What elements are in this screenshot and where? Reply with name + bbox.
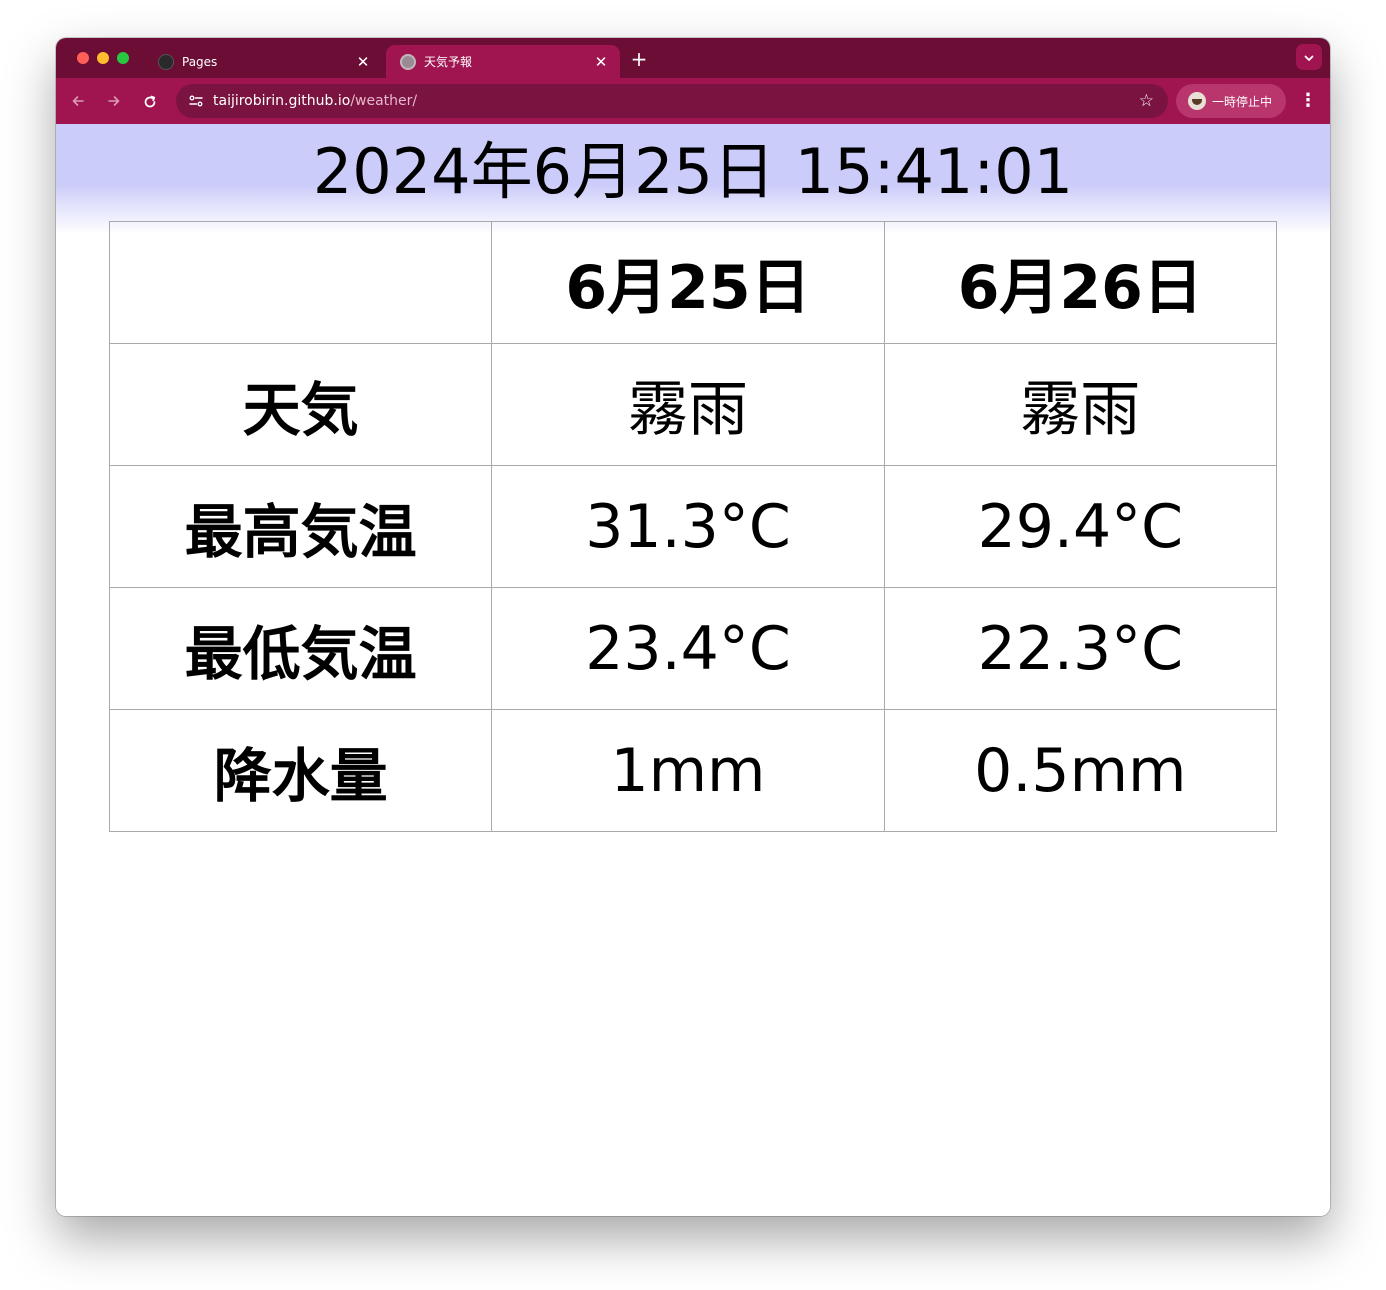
avatar — [1188, 92, 1206, 110]
arrow-left-icon — [72, 96, 84, 106]
site-settings-icon[interactable] — [188, 93, 204, 109]
minimize-window-button[interactable] — [97, 52, 109, 64]
tab-pages[interactable]: Pages ✕ — [144, 45, 382, 78]
github-icon — [158, 53, 174, 70]
tab-search-button[interactable] — [1296, 44, 1322, 70]
page-viewport: 2024年6月25日 15:41:01 6月25日 6月26日 天気 霧雨 霧雨… — [56, 124, 1330, 1216]
toolbar: taijirobirin.github.io/weather/ ☆ 一時停止中 … — [56, 78, 1330, 124]
table-cell: 1mm — [491, 709, 885, 832]
table-corner-cell — [108, 221, 493, 344]
table-cell: 31.3°C — [491, 465, 885, 588]
bookmark-star-icon[interactable]: ☆ — [1139, 84, 1154, 118]
tab-title: Pages — [182, 54, 218, 69]
browser-window: Pages ✕ 天気予報 ✕ + taijirobirin.github.io/… — [56, 38, 1330, 1216]
arrow-right-icon — [108, 96, 120, 106]
tab-weather[interactable]: 天気予報 ✕ — [386, 45, 620, 78]
table-row-precipitation: 降水量 1mm 0.5mm — [108, 709, 1278, 832]
table-row-weather: 天気 霧雨 霧雨 — [108, 343, 1278, 466]
new-tab-button[interactable]: + — [628, 48, 650, 70]
table-cell: 29.4°C — [883, 465, 1278, 588]
url-text[interactable]: taijirobirin.github.io/weather/ — [213, 84, 417, 118]
forward-button[interactable] — [102, 89, 126, 113]
row-label: 最低気温 — [108, 587, 493, 710]
table-row-min-temp: 最低気温 23.4°C 22.3°C — [108, 587, 1278, 710]
row-label: 最高気温 — [108, 465, 493, 588]
profile-status: 一時停止中 — [1212, 94, 1273, 109]
table-row-max-temp: 最高気温 31.3°C 29.4°C — [108, 465, 1278, 588]
url-host: taijirobirin.github.io — [213, 93, 351, 109]
url-path: /weather/ — [350, 93, 418, 109]
close-window-button[interactable] — [77, 52, 89, 64]
table-cell: 0.5mm — [883, 709, 1278, 832]
table-cell: 23.4°C — [491, 587, 885, 710]
row-label: 天気 — [108, 343, 493, 466]
tab-title: 天気予報 — [424, 55, 473, 69]
date-time-clock: 2024年6月25日 15:41:01 — [312, 135, 1074, 208]
table-cell: 22.3°C — [883, 587, 1278, 710]
profile-button[interactable]: 一時停止中 — [1176, 84, 1286, 118]
day-header: 6月25日 — [491, 221, 885, 344]
more-menu-icon[interactable]: ⋮ — [1298, 89, 1318, 113]
reload-button[interactable] — [138, 89, 162, 113]
back-button[interactable] — [66, 89, 90, 113]
close-tab-icon[interactable]: ✕ — [354, 53, 372, 71]
table-header-row: 6月25日 6月26日 — [108, 221, 1278, 344]
clock-banner: 2024年6月25日 15:41:01 — [56, 124, 1330, 234]
chevron-down-icon — [1304, 55, 1314, 61]
weather-forecast-table: 6月25日 6月26日 天気 霧雨 霧雨 最高気温 31.3°C 29.4°C … — [108, 221, 1278, 832]
table-cell: 霧雨 — [491, 343, 885, 466]
table-cell: 霧雨 — [883, 343, 1278, 466]
zoom-window-button[interactable] — [117, 52, 129, 64]
reload-icon — [144, 95, 156, 107]
close-tab-icon[interactable]: ✕ — [592, 53, 610, 71]
row-label: 降水量 — [108, 709, 493, 832]
tab-strip: Pages ✕ 天気予報 ✕ + — [56, 38, 1330, 78]
address-bar[interactable]: taijirobirin.github.io/weather/ ☆ — [176, 84, 1168, 118]
day-header: 6月26日 — [883, 221, 1278, 344]
globe-icon — [400, 53, 416, 70]
